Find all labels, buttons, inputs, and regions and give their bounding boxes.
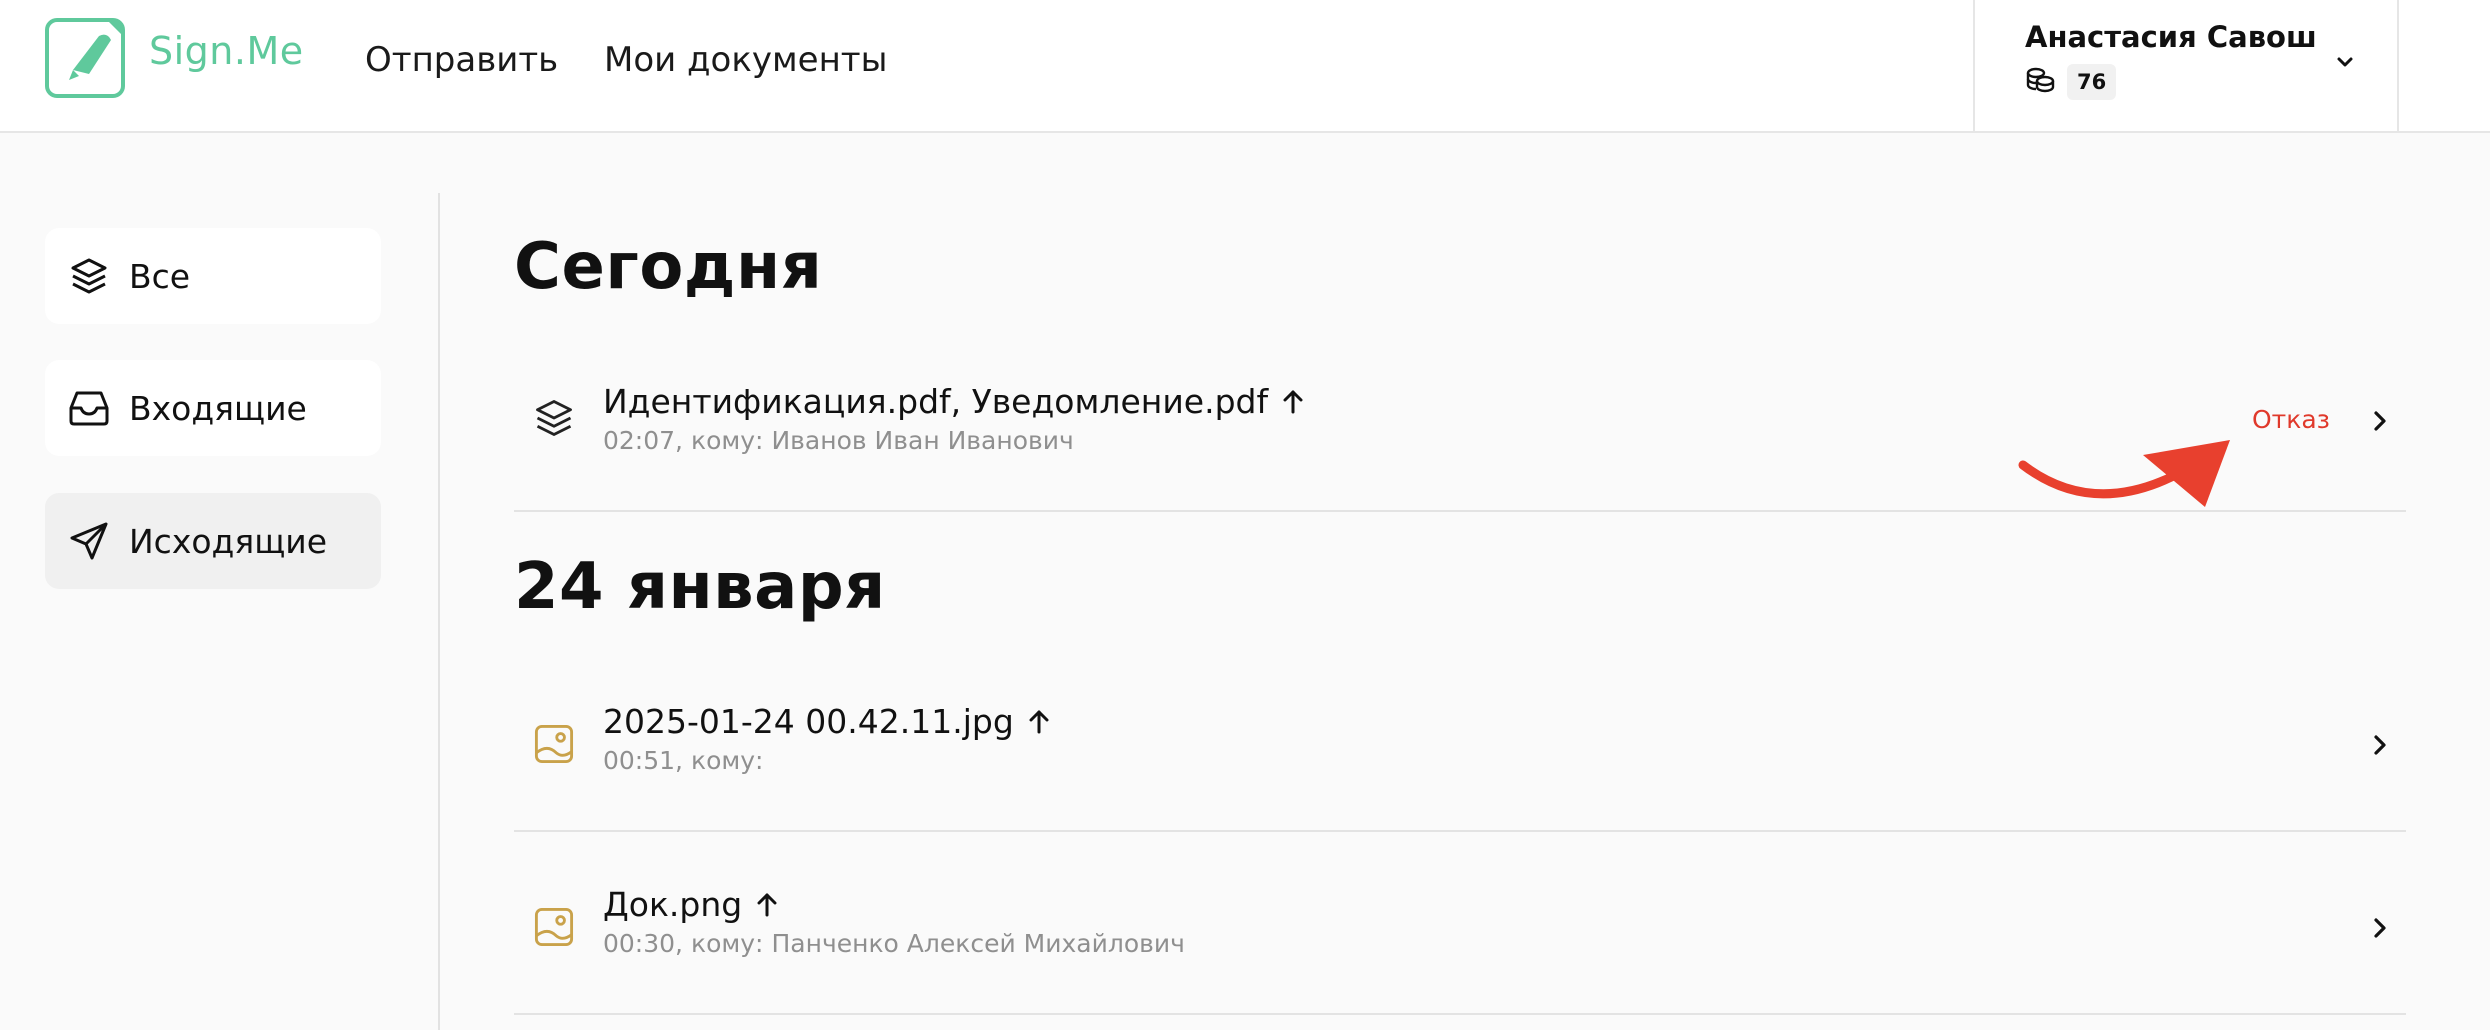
arrow-up-icon: [1282, 384, 1304, 423]
section-title-today: Сегодня: [514, 230, 823, 304]
logo-icon: [45, 18, 125, 98]
recipient-name: Панченко Алексей Михайлович: [771, 929, 1185, 958]
recipient-name: Иванов Иван Иванович: [771, 426, 1074, 455]
app-name: Sign.Me: [149, 29, 304, 73]
document-meta: 00:30, кому: Панченко Алексей Михайлович: [603, 929, 1185, 958]
document-time: 02:07,: [603, 426, 683, 455]
image-file-icon: [532, 905, 576, 949]
recipient-label: кому:: [691, 929, 764, 958]
coins-icon: [2025, 66, 2057, 98]
chevron-right-icon[interactable]: [2368, 728, 2392, 762]
layers-icon: [67, 254, 111, 298]
recipient-label: кому:: [691, 426, 764, 455]
document-name-line: Док.png: [603, 885, 778, 926]
chevron-right-icon[interactable]: [2368, 404, 2392, 438]
user-menu[interactable]: Анастасия Савош 76: [1973, 0, 2399, 133]
document-name: Идентификация.pdf, Уведомление.pdf: [603, 382, 1269, 421]
recipient-label: кому:: [691, 746, 764, 775]
document-time: 00:51,: [603, 746, 683, 775]
top-header: Sign.Me Отправить Мои документы Анастаси…: [0, 0, 2490, 133]
document-name-line: 2025-01-24 00.42.11.jpg: [603, 702, 1050, 743]
document-name: Док.png: [603, 885, 743, 924]
sidebar-item-label: Все: [129, 256, 191, 296]
chevron-down-icon[interactable]: [2333, 50, 2357, 78]
sidebar-divider: [438, 193, 440, 1030]
document-meta: 02:07, кому: Иванов Иван Иванович: [603, 426, 1074, 455]
document-meta: 00:51, кому:: [603, 746, 771, 775]
document-name: 2025-01-24 00.42.11.jpg: [603, 702, 1014, 741]
arrow-up-icon: [756, 887, 778, 926]
document-time: 00:30,: [603, 929, 683, 958]
app-logo[interactable]: Sign.Me: [45, 18, 304, 98]
document-row[interactable]: Док.png 00:30, кому: Панченко Алексей Миха…: [514, 875, 2406, 1015]
document-name-line: Идентификация.pdf, Уведомление.pdf: [603, 382, 1304, 423]
paper-plane-icon: [67, 519, 111, 563]
status-badge-rejected: Отказ: [2252, 405, 2330, 434]
sidebar-item-all[interactable]: Все: [45, 228, 381, 324]
nav-send[interactable]: Отправить: [365, 40, 558, 80]
sidebar-item-label: Входящие: [129, 388, 307, 428]
inbox-icon: [67, 386, 111, 430]
user-balance: 76: [2025, 64, 2117, 100]
balance-value: 76: [2067, 64, 2117, 100]
arrow-up-icon: [1028, 704, 1050, 743]
nav-my-documents[interactable]: Мои документы: [604, 40, 887, 80]
sidebar-item-outgoing[interactable]: Исходящие: [45, 493, 381, 589]
sidebar-item-label: Исходящие: [129, 521, 328, 561]
annotation-arrow-icon: [2018, 440, 2230, 507]
layers-icon: [532, 396, 576, 440]
user-name: Анастасия Савош: [2025, 20, 2317, 54]
sidebar-item-incoming[interactable]: Входящие: [45, 360, 381, 456]
image-file-icon: [532, 722, 576, 766]
document-row[interactable]: 2025-01-24 00.42.11.jpg 00:51, кому:: [514, 690, 2406, 832]
chevron-right-icon[interactable]: [2368, 911, 2392, 945]
section-title-january-24: 24 января: [514, 550, 886, 624]
